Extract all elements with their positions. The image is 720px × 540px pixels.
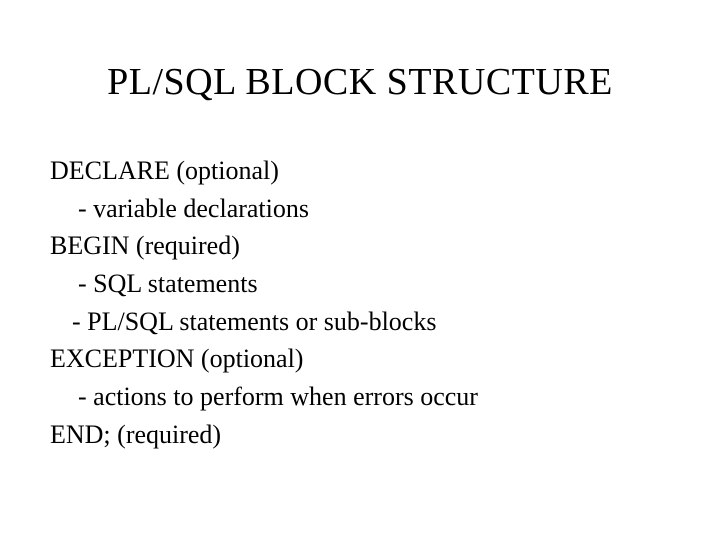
body-line: - PL/SQL statements or sub-blocks: [50, 303, 670, 341]
body-line: BEGIN (required): [50, 227, 670, 265]
slide-body: DECLARE (optional) - variable declaratio…: [50, 152, 670, 454]
body-line: - variable declarations: [50, 190, 670, 228]
body-line: END; (required): [50, 416, 670, 454]
body-line: - SQL statements: [50, 265, 670, 303]
body-line: DECLARE (optional): [50, 152, 670, 190]
body-line: EXCEPTION (optional): [50, 340, 670, 378]
body-line: - actions to perform when errors occur: [50, 378, 670, 416]
slide-title: PL/SQL BLOCK STRUCTURE: [50, 60, 670, 104]
